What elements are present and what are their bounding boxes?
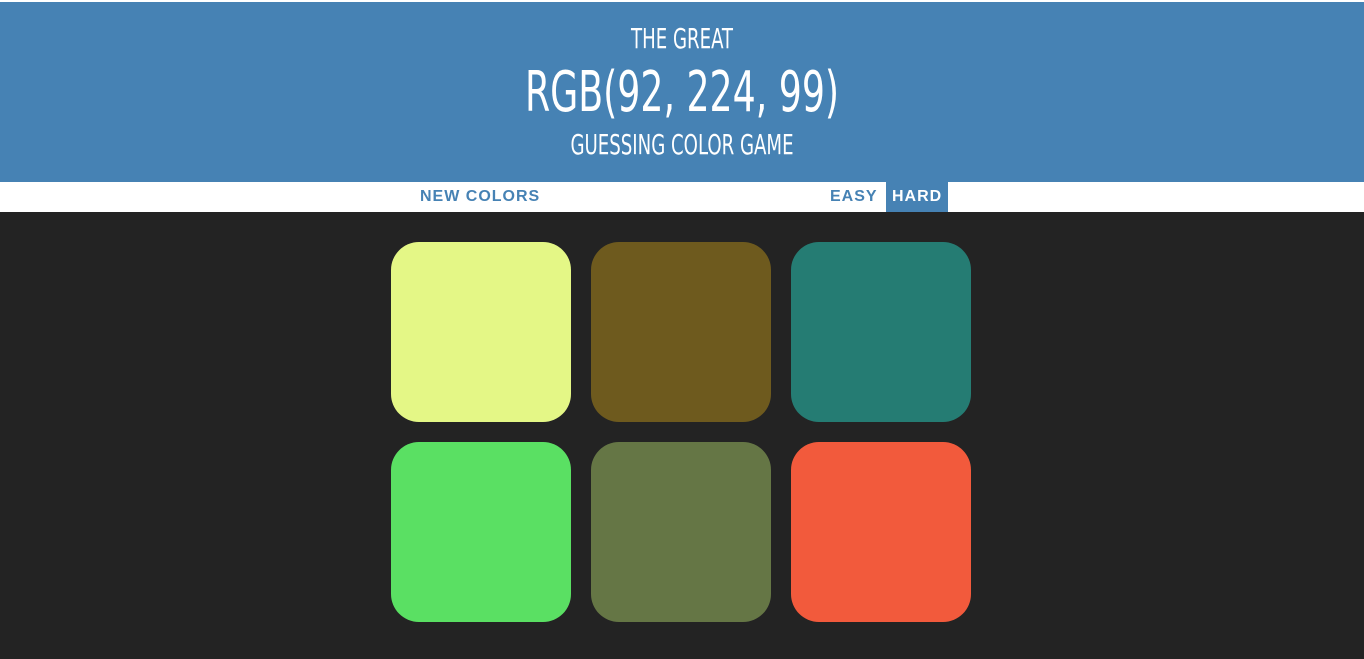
color-square-1[interactable]: [391, 242, 571, 422]
title-line-great: THE GREAT: [631, 22, 733, 55]
color-square-4[interactable]: [391, 442, 571, 622]
title-line-game: GUESSING COLOR GAME: [570, 128, 794, 161]
color-square-6[interactable]: [791, 442, 971, 622]
color-square-3[interactable]: [791, 242, 971, 422]
controls-stripe: NEW COLORS EASY HARD: [0, 182, 1364, 212]
new-colors-button[interactable]: NEW COLORS: [414, 182, 546, 212]
easy-mode-button[interactable]: EASY: [824, 182, 884, 212]
color-square-5[interactable]: [591, 442, 771, 622]
squares-container: [0, 212, 1364, 659]
hard-mode-button[interactable]: HARD: [886, 182, 949, 212]
game-header: THE GREAT RGB(92, 224, 99) GUESSING COLO…: [0, 2, 1364, 182]
target-rgb-display: RGB(92, 224, 99): [524, 60, 840, 125]
color-square-2[interactable]: [591, 242, 771, 422]
